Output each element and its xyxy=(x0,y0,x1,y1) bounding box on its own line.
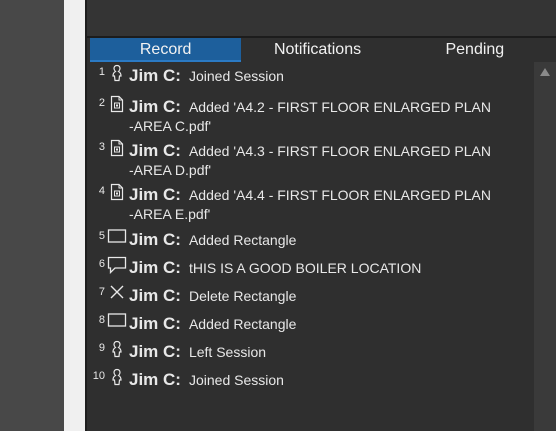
user-name: Jim C: xyxy=(129,141,181,160)
tab-record[interactable]: Record xyxy=(90,38,242,62)
record-text: Jim C: Joined Session xyxy=(129,368,284,390)
record-number: 5 xyxy=(98,230,105,242)
record-text: Jim C: Added 'A4.4 - FIRST FLOOR ENLARGED… xyxy=(129,183,491,224)
left-gutter xyxy=(64,0,85,431)
record-message: Added Rectangle xyxy=(188,316,297,332)
user-name: Jim C: xyxy=(129,230,181,249)
record-message: Added 'A4.4 - FIRST FLOOR ENLARGED PLAN xyxy=(188,187,491,203)
rectangle-icon xyxy=(105,228,129,250)
record-number: 1 xyxy=(98,66,105,78)
record-number: 2 xyxy=(98,97,105,109)
record-number: 4 xyxy=(98,185,105,197)
record-message: Joined Session xyxy=(188,68,284,84)
user-name: Jim C: xyxy=(129,66,181,85)
record-row[interactable]: 1 Jim C: Joined Session xyxy=(91,64,529,86)
record-panel: Record Notifications Pending 1 Jim C: Join… xyxy=(85,0,556,431)
scroll-up-arrow-icon[interactable] xyxy=(534,62,556,82)
record-row[interactable]: 7 Jim C: Delete Rectangle xyxy=(91,284,529,306)
record-number: 9 xyxy=(98,342,105,354)
record-number: 8 xyxy=(98,314,105,326)
record-number: 6 xyxy=(98,258,105,270)
record-text: Jim C: Left Session xyxy=(129,340,266,362)
user-name: Jim C: xyxy=(129,258,181,277)
tab-pending[interactable]: Pending xyxy=(394,38,556,62)
tab-bar: Record Notifications Pending xyxy=(90,38,556,62)
record-row[interactable]: 10 Jim C: Joined Session xyxy=(91,368,529,390)
file-icon xyxy=(105,139,129,161)
record-row[interactable]: 2 Jim C: Added 'A4.2 - FIRST FLOOR ENLARGE… xyxy=(91,95,529,136)
person-icon xyxy=(105,368,129,390)
person-icon xyxy=(105,64,129,86)
person-icon xyxy=(105,340,129,362)
record-row[interactable]: 5 Jim C: Added Rectangle xyxy=(91,228,529,250)
delete-x-icon xyxy=(105,284,129,306)
left-background xyxy=(0,0,64,431)
record-message-continued: -AREA D.pdf' xyxy=(129,162,212,178)
user-name: Jim C: xyxy=(129,342,181,361)
file-icon xyxy=(105,183,129,205)
record-text: Jim C: Added Rectangle xyxy=(129,312,296,334)
record-text: Jim C: Added 'A4.2 - FIRST FLOOR ENLARGED… xyxy=(129,95,491,136)
record-text: Jim C: Delete Rectangle xyxy=(129,284,296,306)
record-row[interactable]: 6 Jim C: tHIS IS A GOOD BOILER LOCATION xyxy=(91,256,529,278)
user-name: Jim C: xyxy=(129,314,181,333)
rectangle-icon xyxy=(105,312,129,334)
user-name: Jim C: xyxy=(129,97,181,116)
record-text: Jim C: Added Rectangle xyxy=(129,228,296,250)
user-name: Jim C: xyxy=(129,370,181,389)
record-text: Jim C: Added 'A4.3 - FIRST FLOOR ENLARGED… xyxy=(129,139,491,180)
record-row[interactable]: 3 Jim C: Added 'A4.3 - FIRST FLOOR ENLARGE… xyxy=(91,139,529,180)
tab-notifications[interactable]: Notifications xyxy=(241,38,393,62)
record-text: Jim C: Joined Session xyxy=(129,64,284,86)
vertical-scrollbar[interactable] xyxy=(534,62,556,431)
comment-icon xyxy=(105,256,129,278)
record-message-continued: -AREA E.pdf' xyxy=(129,206,211,222)
record-message: Added 'A4.2 - FIRST FLOOR ENLARGED PLAN xyxy=(188,99,491,115)
record-message: Joined Session xyxy=(188,372,284,388)
record-number: 3 xyxy=(98,141,105,153)
file-icon xyxy=(105,95,129,117)
user-name: Jim C: xyxy=(129,286,181,305)
record-message: Left Session xyxy=(188,344,267,360)
record-message: Delete Rectangle xyxy=(188,288,297,304)
record-message-continued: -AREA C.pdf' xyxy=(129,118,212,134)
record-number: 10 xyxy=(92,370,105,382)
record-message: Added 'A4.3 - FIRST FLOOR ENLARGED PLAN xyxy=(188,143,491,159)
record-message: Added Rectangle xyxy=(188,232,297,248)
record-number: 7 xyxy=(98,286,105,298)
user-name: Jim C: xyxy=(129,185,181,204)
record-text: Jim C: tHIS IS A GOOD BOILER LOCATION xyxy=(129,256,421,278)
record-row[interactable]: 9 Jim C: Left Session xyxy=(91,340,529,362)
panel-header-area xyxy=(87,0,556,36)
record-message: tHIS IS A GOOD BOILER LOCATION xyxy=(188,260,422,276)
record-row[interactable]: 8 Jim C: Added Rectangle xyxy=(91,312,529,334)
record-row[interactable]: 4 Jim C: Added 'A4.4 - FIRST FLOOR ENLARGE… xyxy=(91,183,529,224)
